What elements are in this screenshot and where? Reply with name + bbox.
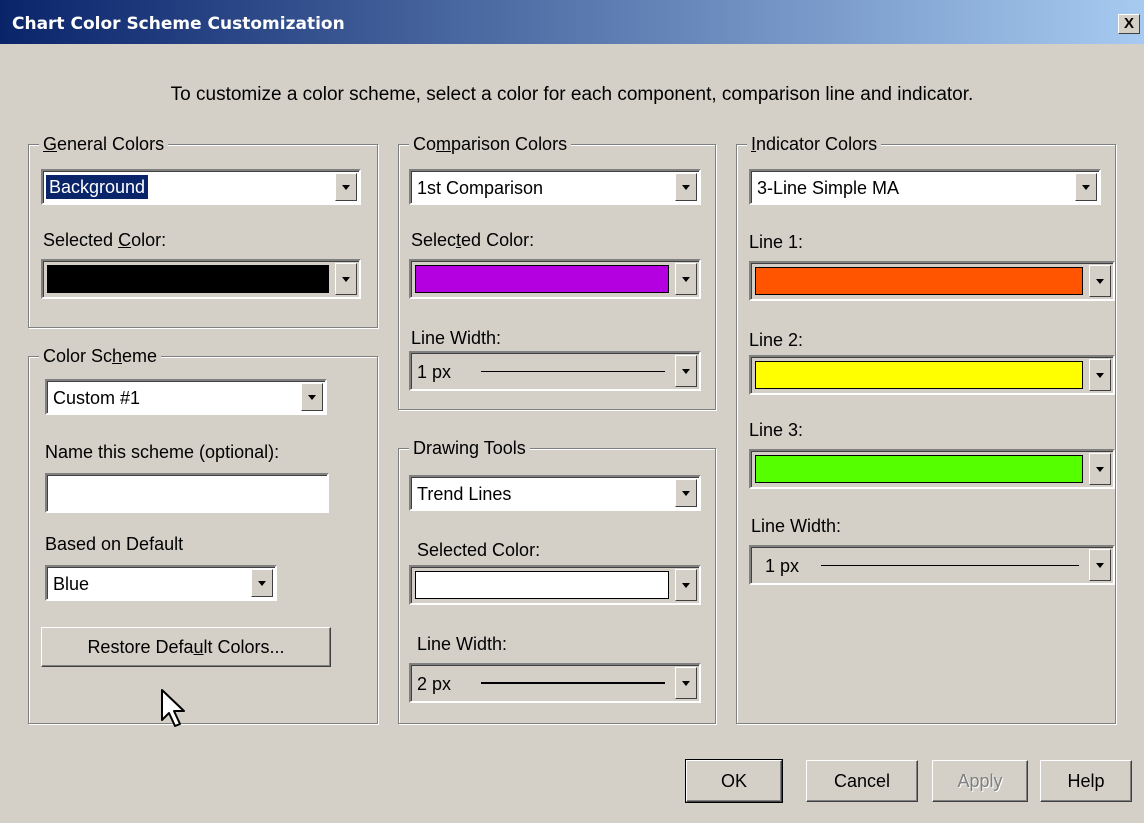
comparison-line-width-label: Line Width:: [411, 328, 502, 348]
indicator-value: 3-Line Simple MA: [757, 178, 900, 198]
chevron-down-icon[interactable]: [1075, 173, 1097, 201]
chevron-down-icon[interactable]: [675, 667, 697, 699]
drawing-tools-group: Drawing Tools Trend Lines Selected Color…: [398, 437, 716, 724]
line3-color-swatch: [755, 455, 1083, 483]
window-title: Chart Color Scheme Customization: [12, 14, 345, 34]
general-color-picker[interactable]: [41, 259, 361, 299]
scheme-name-input[interactable]: [45, 473, 329, 513]
line1-label: Line 1:: [749, 232, 804, 252]
comparison-value: 1st Comparison: [417, 178, 544, 198]
close-button[interactable]: X: [1118, 14, 1140, 34]
comparison-colors-legend: Comparison Colors: [409, 133, 572, 155]
chevron-down-icon[interactable]: [251, 569, 273, 597]
ok-button[interactable]: OK: [685, 759, 783, 803]
line-sample: [821, 565, 1079, 566]
mouse-pointer-icon: [161, 689, 185, 727]
restore-default-colors-button[interactable]: Restore Default Colors...: [41, 627, 331, 667]
chevron-down-icon[interactable]: [1089, 359, 1111, 391]
apply-button[interactable]: Apply: [932, 760, 1028, 802]
based-on-dropdown[interactable]: Blue: [45, 565, 277, 601]
drawing-tool-value: Trend Lines: [417, 484, 512, 504]
chevron-down-icon[interactable]: [1089, 265, 1111, 297]
chevron-down-icon[interactable]: [1089, 453, 1111, 485]
comparison-line-width-value: 1 px: [417, 362, 452, 382]
comparison-color-picker[interactable]: [409, 259, 701, 299]
drawing-color-swatch: [415, 571, 669, 599]
line-sample: [481, 682, 665, 684]
line3-label: Line 3:: [749, 420, 804, 440]
chevron-down-icon[interactable]: [335, 263, 357, 295]
chevron-down-icon[interactable]: [675, 479, 697, 507]
drawing-line-width-value: 2 px: [417, 674, 452, 694]
color-scheme-group: Color Scheme Custom #1 Name this scheme …: [28, 345, 378, 724]
comparison-colors-group: Comparison Colors 1st Comparison Selecte…: [398, 133, 716, 410]
drawing-tools-legend: Drawing Tools: [409, 437, 530, 459]
line1-color-picker[interactable]: [749, 261, 1115, 301]
based-on-label: Based on Default: [45, 534, 184, 554]
chevron-down-icon[interactable]: [675, 355, 697, 387]
general-colors-legend: General Colors: [39, 133, 169, 155]
chevron-down-icon[interactable]: [675, 173, 697, 201]
general-component-dropdown[interactable]: Background: [41, 169, 361, 205]
chevron-down-icon[interactable]: [301, 383, 323, 411]
drawing-line-width-dropdown[interactable]: 2 px: [409, 663, 701, 703]
indicator-line-width-label: Line Width:: [751, 516, 842, 536]
indicator-line-width-value: 1 px: [765, 556, 800, 576]
line2-label: Line 2:: [749, 330, 804, 350]
general-color-swatch: [47, 265, 329, 293]
comparison-dropdown[interactable]: 1st Comparison: [409, 169, 701, 205]
chevron-down-icon[interactable]: [1089, 549, 1111, 581]
comparison-color-swatch: [415, 265, 669, 293]
apply-button-label: Apply: [957, 771, 1003, 791]
comparison-selected-color-label: Selected Color:: [411, 230, 535, 250]
instruction-text: To customize a color scheme, select a co…: [170, 84, 974, 105]
cancel-button[interactable]: Cancel: [806, 760, 918, 802]
color-scheme-legend: Color Scheme: [39, 345, 162, 367]
scheme-name-label: Name this scheme (optional):: [45, 442, 280, 462]
indicator-colors-legend: Indicator Colors: [747, 133, 882, 155]
line2-color-swatch: [755, 361, 1083, 389]
general-colors-group: General Colors Background Selected Color…: [28, 133, 378, 328]
general-selected-color-label: Selected Color:: [43, 230, 167, 250]
color-scheme-dropdown[interactable]: Custom #1: [45, 379, 327, 415]
general-component-value: Background: [46, 175, 149, 199]
line3-color-picker[interactable]: [749, 449, 1115, 489]
indicator-dropdown[interactable]: 3-Line Simple MA: [749, 169, 1101, 205]
drawing-tool-dropdown[interactable]: Trend Lines: [409, 475, 701, 511]
indicator-line-width-dropdown[interactable]: 1 px: [749, 545, 1115, 585]
line1-color-swatch: [755, 267, 1083, 295]
line-sample: [481, 371, 665, 372]
drawing-line-width-label: Line Width:: [417, 634, 508, 654]
comparison-line-width-dropdown[interactable]: 1 px: [409, 351, 701, 391]
indicator-colors-group: Indicator Colors 3-Line Simple MA Line 1…: [736, 133, 1116, 724]
help-button[interactable]: Help: [1040, 760, 1132, 802]
chevron-down-icon[interactable]: [675, 569, 697, 601]
chevron-down-icon[interactable]: [335, 173, 357, 201]
chevron-down-icon[interactable]: [675, 263, 697, 295]
based-on-value: Blue: [53, 574, 90, 594]
line2-color-picker[interactable]: [749, 355, 1115, 395]
drawing-selected-color-label: Selected Color:: [417, 540, 541, 560]
drawing-color-picker[interactable]: [409, 565, 701, 605]
color-scheme-value: Custom #1: [53, 388, 141, 408]
